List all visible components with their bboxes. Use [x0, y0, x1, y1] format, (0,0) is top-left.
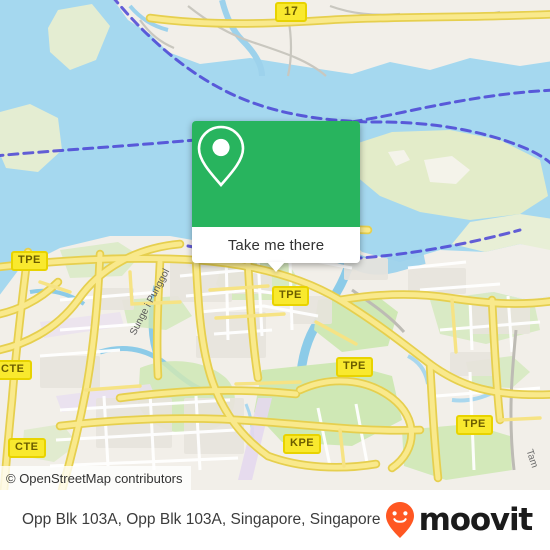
highway-shield-tpe-c[interactable]: TPE	[272, 286, 309, 306]
highway-shield-cte-n[interactable]: CTE	[0, 360, 32, 380]
moovit-smiley-pin-icon	[385, 502, 414, 538]
location-popup-card[interactable]: Take me there	[192, 121, 360, 272]
moovit-map-screenshot: 17 TPE TPE TPE TPE KPE CTE CTE Sunge i P…	[0, 0, 550, 550]
take-me-there-button[interactable]: Take me there	[192, 227, 360, 272]
moovit-logo[interactable]: moovit	[384, 501, 534, 539]
highway-shield-tpe-se[interactable]: TPE	[456, 415, 493, 435]
highway-shield-17[interactable]: 17	[275, 2, 308, 22]
highway-shield-kpe[interactable]: KPE	[283, 434, 322, 454]
highway-shield-tpe-nw[interactable]: TPE	[11, 251, 48, 271]
place-title: Opp Blk 103A, Opp Blk 103A, Singapore, S…	[22, 511, 381, 528]
highway-shield-cte-s[interactable]: CTE	[8, 438, 46, 458]
popup-icon-area	[192, 121, 360, 227]
moovit-wordmark: moovit	[418, 501, 534, 538]
highway-shield-tpe-e[interactable]: TPE	[336, 357, 373, 377]
map-canvas[interactable]: 17 TPE TPE TPE TPE KPE CTE CTE Sunge i P…	[0, 0, 550, 490]
footer-bar: Opp Blk 103A, Opp Blk 103A, Singapore, S…	[0, 490, 550, 550]
map-pin-icon	[197, 125, 245, 187]
take-me-there-label: Take me there	[227, 236, 325, 254]
popup-tail	[267, 262, 285, 272]
attribution-text: © OpenStreetMap contributors	[6, 470, 183, 486]
map-attribution[interactable]: © OpenStreetMap contributors	[0, 466, 191, 490]
